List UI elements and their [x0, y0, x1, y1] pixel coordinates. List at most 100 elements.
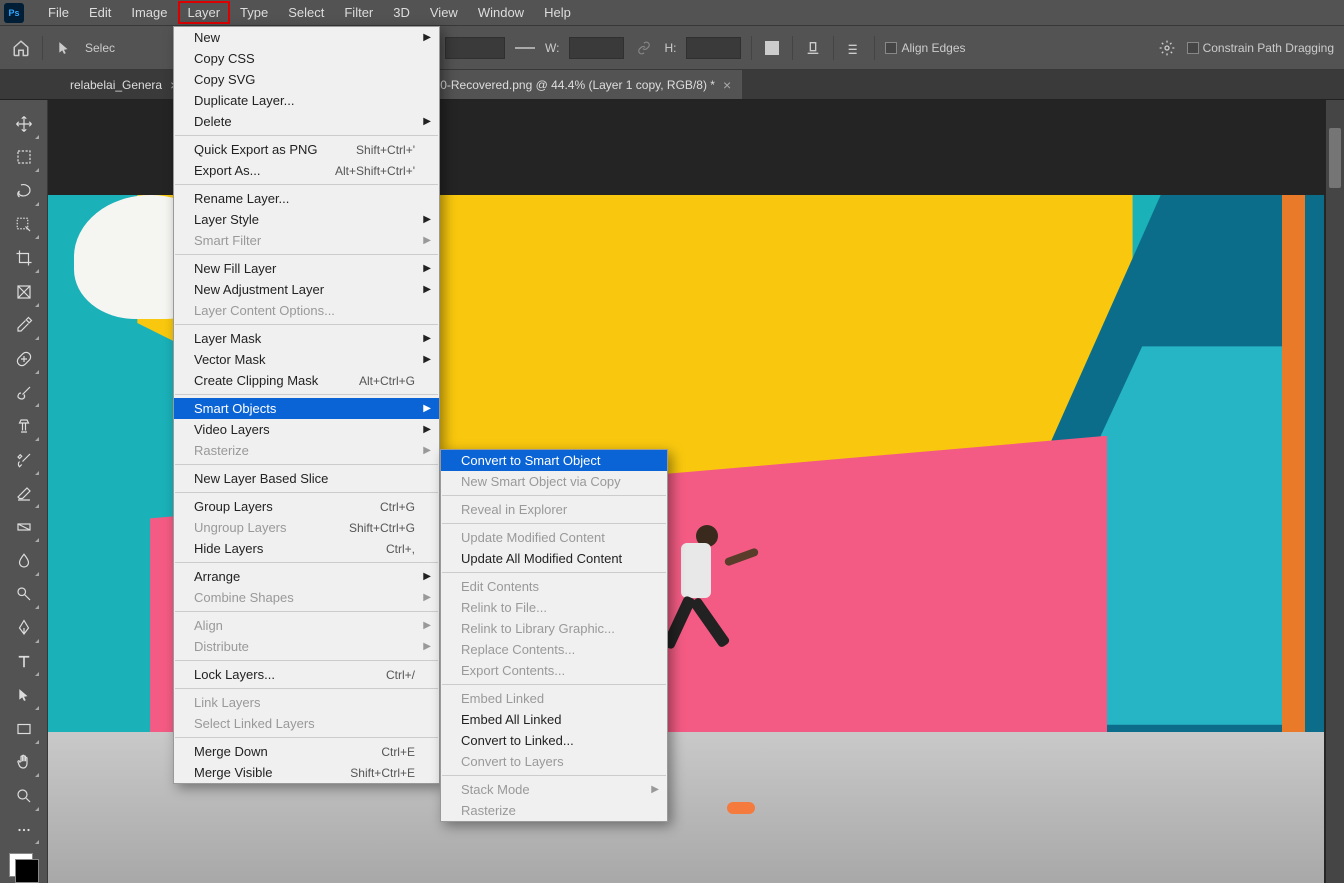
menu-item-lock-layers[interactable]: Lock Layers...Ctrl+/ — [174, 664, 439, 685]
menu-item-select-linked-layers: Select Linked Layers — [174, 713, 439, 734]
tool-healing[interactable] — [8, 343, 40, 375]
menu-item-arrange[interactable]: Arrange▶ — [174, 566, 439, 587]
menu-item-rename-layer[interactable]: Rename Layer... — [174, 188, 439, 209]
menu-item-export-as[interactable]: Export As...Alt+Shift+Ctrl+' — [174, 160, 439, 181]
align-edges-checkbox[interactable]: Align Edges — [885, 41, 965, 55]
chevron-right-icon: ▶ — [651, 784, 659, 795]
menu-item-convert-to-layers: Convert to Layers — [441, 751, 667, 772]
menu-item-merge-visible[interactable]: Merge VisibleShift+Ctrl+E — [174, 762, 439, 783]
home-icon[interactable] — [10, 37, 32, 59]
chevron-right-icon: ▶ — [423, 214, 431, 225]
chevron-right-icon: ▶ — [423, 263, 431, 274]
path-arrangement-icon[interactable] — [844, 38, 864, 58]
menu-layer[interactable]: Layer — [178, 1, 231, 24]
menu-item-group-layers[interactable]: Group LayersCtrl+G — [174, 496, 439, 517]
chevron-right-icon: ▶ — [423, 354, 431, 365]
chevron-right-icon: ▶ — [423, 116, 431, 127]
menu-3d[interactable]: 3D — [383, 1, 420, 24]
document-tab[interactable]: relabelai_Genera× — [60, 70, 180, 99]
tool-hand[interactable] — [8, 747, 40, 779]
menu-item-copy-css[interactable]: Copy CSS — [174, 48, 439, 69]
chevron-right-icon: ▶ — [423, 641, 431, 652]
tool-zoom[interactable] — [8, 780, 40, 812]
menu-file[interactable]: File — [38, 1, 79, 24]
menu-item-align: Align▶ — [174, 615, 439, 636]
menu-item-update-all-modified-content[interactable]: Update All Modified Content — [441, 548, 667, 569]
tool-move[interactable] — [8, 108, 40, 140]
menu-item-rasterize: Rasterize▶ — [174, 440, 439, 461]
chevron-right-icon: ▶ — [423, 235, 431, 246]
menu-help[interactable]: Help — [534, 1, 581, 24]
menu-filter[interactable]: Filter — [334, 1, 383, 24]
tool-marquee[interactable] — [8, 142, 40, 174]
stroke-width-input[interactable] — [445, 37, 505, 59]
tool-brush[interactable] — [8, 377, 40, 409]
menu-item-layer-style[interactable]: Layer Style▶ — [174, 209, 439, 230]
tool-blur[interactable] — [8, 545, 40, 577]
path-alignment-icon[interactable] — [803, 38, 823, 58]
menu-item-hide-layers[interactable]: Hide LayersCtrl+, — [174, 538, 439, 559]
menu-item-merge-down[interactable]: Merge DownCtrl+E — [174, 741, 439, 762]
menu-item-convert-to-smart-object[interactable]: Convert to Smart Object — [441, 450, 667, 471]
tool-lasso[interactable] — [8, 175, 40, 207]
path-selection-icon[interactable] — [53, 37, 75, 59]
menu-select[interactable]: Select — [278, 1, 334, 24]
tool-clone[interactable] — [8, 410, 40, 442]
menu-image[interactable]: Image — [121, 1, 177, 24]
select-label: Selec — [85, 41, 115, 55]
path-operations-icon[interactable] — [762, 38, 782, 58]
tool-crop[interactable] — [8, 242, 40, 274]
tool-history-brush[interactable] — [8, 444, 40, 476]
menu-item-create-clipping-mask[interactable]: Create Clipping MaskAlt+Ctrl+G — [174, 370, 439, 391]
menu-item-distribute: Distribute▶ — [174, 636, 439, 657]
tool-edit-toolbar[interactable] — [8, 814, 40, 846]
tool-pen[interactable] — [8, 612, 40, 644]
menu-item-new-adjustment-layer[interactable]: New Adjustment Layer▶ — [174, 279, 439, 300]
tool-gradient[interactable] — [8, 511, 40, 543]
tool-path-select[interactable] — [8, 679, 40, 711]
close-icon[interactable]: × — [723, 77, 731, 93]
menu-item-convert-to-linked[interactable]: Convert to Linked... — [441, 730, 667, 751]
tool-frame[interactable] — [8, 276, 40, 308]
menu-item-ungroup-layers: Ungroup LayersShift+Ctrl+G — [174, 517, 439, 538]
smart-objects-submenu: Convert to Smart ObjectNew Smart Object … — [440, 449, 668, 822]
menu-item-replace-contents: Replace Contents... — [441, 639, 667, 660]
tool-dodge[interactable] — [8, 579, 40, 611]
menu-item-export-contents: Export Contents... — [441, 660, 667, 681]
link-icon[interactable] — [634, 38, 654, 58]
menu-view[interactable]: View — [420, 1, 468, 24]
constrain-path-dragging-checkbox[interactable]: Constrain Path Dragging — [1187, 41, 1334, 55]
menu-type[interactable]: Type — [230, 1, 278, 24]
tool-type[interactable] — [8, 646, 40, 678]
chevron-right-icon: ▶ — [423, 620, 431, 631]
separator — [833, 36, 834, 60]
menu-item-layer-mask[interactable]: Layer Mask▶ — [174, 328, 439, 349]
gear-icon[interactable] — [1157, 38, 1177, 58]
color-swatches[interactable] — [9, 853, 39, 883]
menu-item-delete[interactable]: Delete▶ — [174, 111, 439, 132]
menu-item-video-layers[interactable]: Video Layers▶ — [174, 419, 439, 440]
stroke-options[interactable] — [515, 38, 535, 58]
tool-quick-select[interactable] — [8, 209, 40, 241]
menu-item-smart-filter: Smart Filter▶ — [174, 230, 439, 251]
chevron-right-icon: ▶ — [423, 571, 431, 582]
tool-rectangle[interactable] — [8, 713, 40, 745]
width-input[interactable] — [569, 37, 624, 59]
menu-item-vector-mask[interactable]: Vector Mask▶ — [174, 349, 439, 370]
chevron-right-icon: ▶ — [423, 424, 431, 435]
vertical-scrollbar[interactable] — [1326, 100, 1344, 883]
menu-item-copy-svg[interactable]: Copy SVG — [174, 69, 439, 90]
menu-item-embed-all-linked[interactable]: Embed All Linked — [441, 709, 667, 730]
menu-item-new-layer-based-slice[interactable]: New Layer Based Slice — [174, 468, 439, 489]
height-input[interactable] — [686, 37, 741, 59]
menu-edit[interactable]: Edit — [79, 1, 121, 24]
menu-item-new[interactable]: New▶ — [174, 27, 439, 48]
tool-eraser[interactable] — [8, 478, 40, 510]
menu-item-quick-export-as-png[interactable]: Quick Export as PNGShift+Ctrl+' — [174, 139, 439, 160]
menu-item-duplicate-layer[interactable]: Duplicate Layer... — [174, 90, 439, 111]
tool-eyedropper[interactable] — [8, 310, 40, 342]
separator — [792, 36, 793, 60]
menu-window[interactable]: Window — [468, 1, 534, 24]
menu-item-new-fill-layer[interactable]: New Fill Layer▶ — [174, 258, 439, 279]
menu-item-smart-objects[interactable]: Smart Objects▶ — [174, 398, 439, 419]
